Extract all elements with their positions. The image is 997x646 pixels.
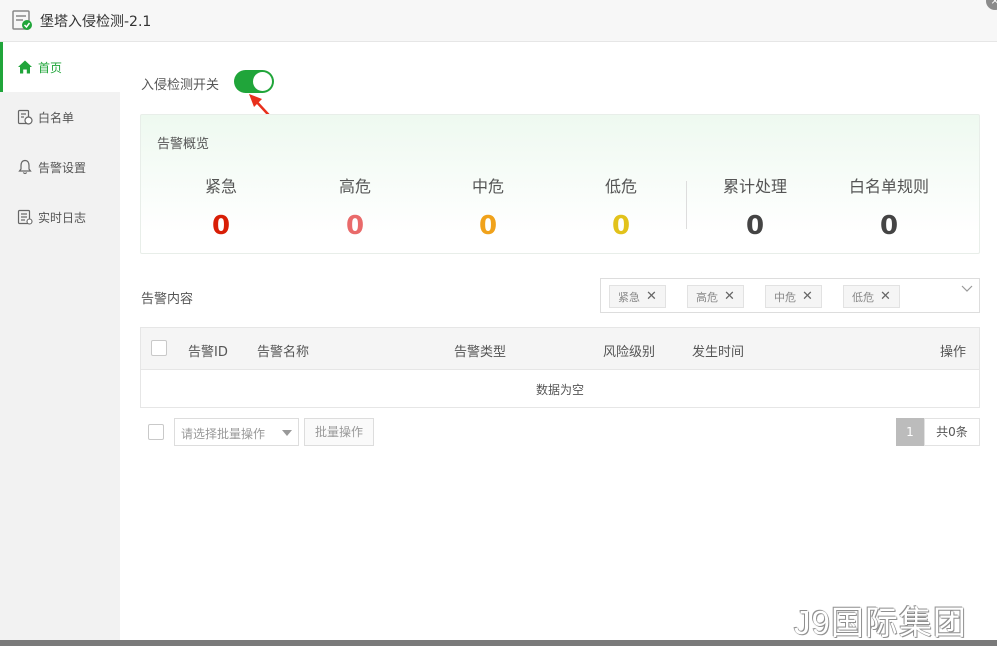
- toggle-knob: [253, 72, 272, 91]
- stat-label: 中危: [471, 177, 504, 196]
- sidebar-item-realtime-log[interactable]: 实时日志: [0, 192, 120, 242]
- bell-icon: [18, 159, 32, 175]
- column-header-risk-level[interactable]: 风险级别: [603, 341, 655, 360]
- pagination-total: 共0条: [924, 418, 980, 446]
- sidebar-item-label: 首页: [38, 60, 63, 75]
- table-empty-state: 数据为空: [535, 383, 584, 397]
- title-bar: 堡塔入侵检测-2.1 ×: [0, 0, 997, 42]
- stat-label: 白名单规则: [848, 177, 929, 196]
- column-header-alert-name[interactable]: 告警名称: [257, 341, 309, 360]
- home-icon: [18, 60, 32, 74]
- table-header: 告警ID 告警名称 告警类型 风险级别 发生时间 操作: [141, 328, 979, 370]
- caret-down-icon: [282, 430, 292, 436]
- log-icon: [17, 209, 33, 225]
- stat-label: 累计处理: [722, 177, 787, 196]
- tag-label: 低危: [852, 290, 874, 304]
- chevron-down-icon[interactable]: [961, 283, 973, 295]
- filter-tag-low: 低危 ✕: [843, 285, 900, 308]
- tag-label: 中危: [774, 290, 796, 304]
- overview-divider: [686, 181, 687, 229]
- batch-operation-select[interactable]: 请选择批量操作: [174, 418, 299, 446]
- overview-title: 告警概览: [157, 137, 210, 152]
- sidebar-item-home[interactable]: 首页: [0, 42, 120, 92]
- risk-level-filter-select[interactable]: 紧急 ✕ 高危 ✕ 中危 ✕ 低危 ✕: [600, 278, 980, 313]
- stat-value: 0: [211, 211, 231, 241]
- window-bottom-edge: [0, 640, 997, 646]
- column-header-alert-type[interactable]: 告警类型: [454, 341, 506, 360]
- stat-value: 0: [345, 211, 365, 241]
- sidebar: 首页 白名单 告警设置 实时日志: [0, 42, 120, 640]
- tag-remove-icon[interactable]: ✕: [802, 289, 813, 304]
- tag-label: 紧急: [618, 290, 640, 304]
- window-title: 堡塔入侵检测-2.1: [40, 14, 152, 30]
- close-button[interactable]: ×: [986, 0, 997, 10]
- alerts-table: 告警ID 告警名称 告警类型 风险级别 发生时间 操作 数据为空: [140, 327, 980, 408]
- stat-whitelist-rules: 白名单规则 0: [829, 173, 949, 241]
- alert-content-title: 告警内容: [141, 292, 194, 307]
- sidebar-item-label: 白名单: [38, 110, 75, 125]
- tag-remove-icon[interactable]: ✕: [880, 289, 891, 304]
- stat-medium: 中危 0: [428, 173, 548, 241]
- filter-tag-urgent: 紧急 ✕: [609, 285, 666, 308]
- stat-value: 0: [745, 211, 765, 241]
- tag-remove-icon[interactable]: ✕: [724, 289, 735, 304]
- stat-label: 低危: [604, 177, 637, 196]
- filter-tag-medium: 中危 ✕: [765, 285, 822, 308]
- stat-total-handled: 累计处理 0: [695, 173, 815, 241]
- batch-select-placeholder: 请选择批量操作: [181, 427, 266, 441]
- filter-tag-high: 高危 ✕: [687, 285, 744, 308]
- watermark: J9国际集团: [794, 604, 967, 641]
- stat-low: 低危 0: [561, 173, 681, 241]
- column-header-actions: 操作: [940, 345, 967, 360]
- alert-overview-panel: 告警概览 紧急 0 高危 0 中危 0 低危 0 累计处理 0 白名单规则 0: [140, 114, 980, 254]
- intrusion-switch-label: 入侵检测开关: [141, 78, 220, 93]
- tag-label: 高危: [696, 290, 718, 304]
- stat-value: 0: [478, 211, 498, 241]
- sidebar-item-label: 告警设置: [38, 160, 87, 175]
- stat-value: 0: [879, 211, 899, 241]
- stat-label: 紧急: [204, 177, 237, 196]
- sidebar-item-label: 实时日志: [38, 210, 87, 225]
- stat-value: 0: [611, 211, 631, 241]
- app-window: 堡塔入侵检测-2.1 × 首页 白名单 告警设置 实时日志 入侵检测开关 告警概…: [0, 0, 997, 641]
- select-all-checkbox[interactable]: [151, 340, 167, 356]
- whitelist-icon: [17, 109, 33, 125]
- column-header-alert-id[interactable]: 告警ID: [188, 341, 228, 360]
- sidebar-item-alert-settings[interactable]: 告警设置: [0, 142, 120, 192]
- batch-operation-button[interactable]: 批量操作: [304, 418, 374, 446]
- stat-high: 高危 0: [295, 173, 415, 241]
- tag-remove-icon[interactable]: ✕: [646, 289, 657, 304]
- footer-select-all-checkbox[interactable]: [148, 424, 164, 440]
- column-header-occur-time[interactable]: 发生时间: [692, 341, 744, 360]
- sidebar-item-whitelist[interactable]: 白名单: [0, 92, 120, 142]
- stat-urgent: 紧急 0: [161, 173, 281, 241]
- pagination-current-page[interactable]: 1: [896, 418, 924, 446]
- stat-label: 高危: [338, 177, 371, 196]
- app-logo-icon: [12, 10, 32, 30]
